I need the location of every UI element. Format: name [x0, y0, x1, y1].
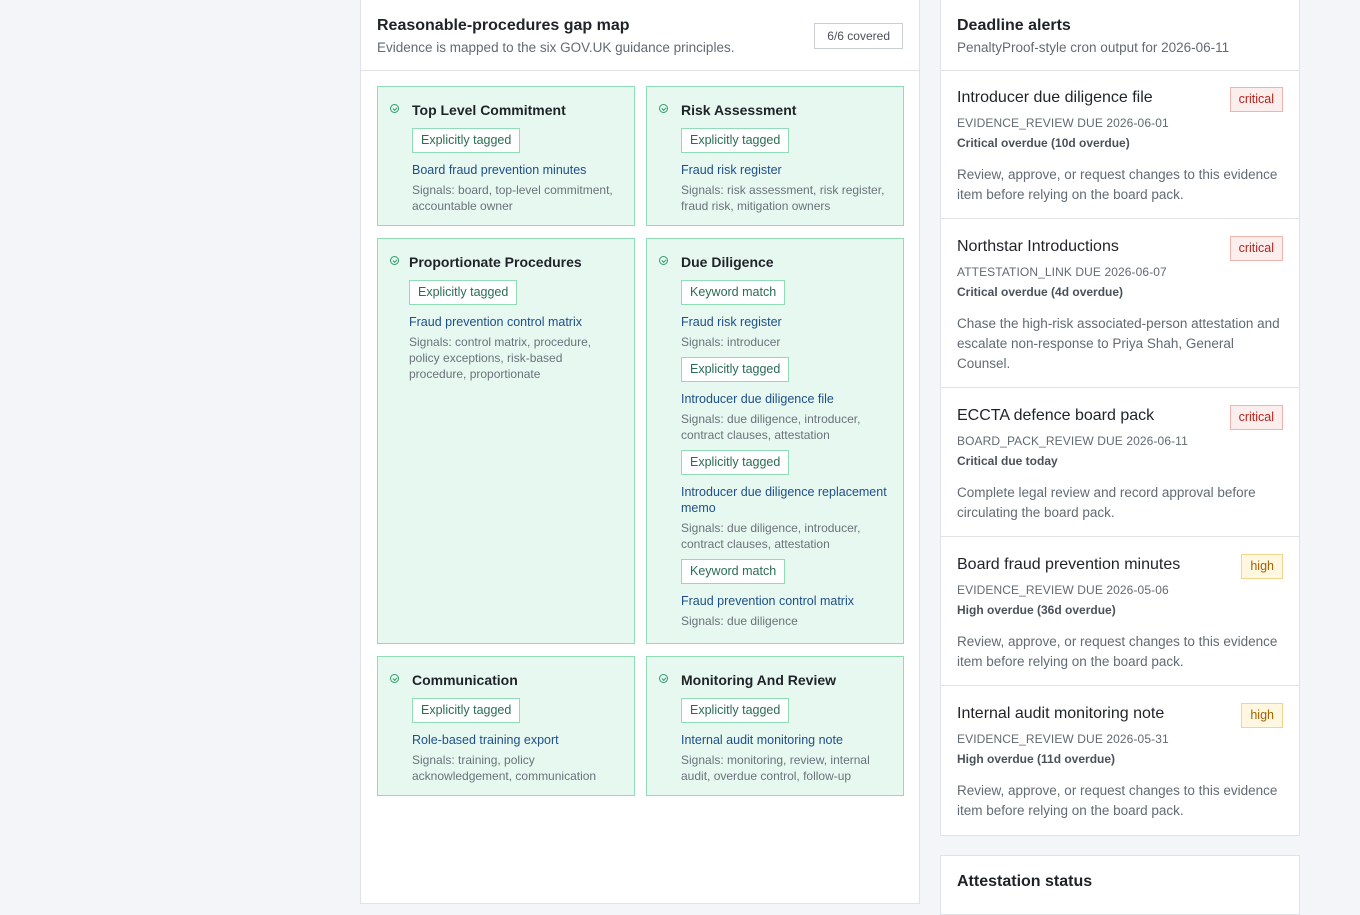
alert-item[interactable]: Internal audit monitoring note high EVID… — [941, 686, 1299, 835]
evidence-tag: Explicitly tagged — [681, 450, 790, 475]
check-circle-icon — [390, 674, 399, 683]
evidence-link[interactable]: Fraud risk register — [681, 314, 891, 330]
evidence-item: Explicitly tagged Introducer due diligen… — [681, 357, 891, 443]
alert-item[interactable]: Northstar Introductions critical ATTESTA… — [941, 219, 1299, 388]
principle-card-risk-assessment: Risk Assessment Explicitly tagged Fraud … — [646, 86, 904, 226]
alert-item[interactable]: Introducer due diligence file critical E… — [941, 70, 1299, 219]
evidence-item: Explicitly tagged Fraud prevention contr… — [409, 280, 622, 382]
evidence-signals: Signals: board, top-level commitment, ac… — [412, 183, 613, 213]
evidence-item: Keyword match Fraud risk register Signal… — [681, 280, 891, 350]
evidence-tag: Explicitly tagged — [681, 698, 790, 723]
alerts-title: Deadline alerts — [957, 17, 1071, 34]
alert-title: Internal audit monitoring note — [957, 705, 1165, 722]
alert-status: High overdue (36d overdue) — [957, 603, 1116, 617]
severity-badge: high — [1241, 703, 1283, 728]
deadline-alerts-panel: Deadline alerts PenaltyProof-style cron … — [940, 0, 1300, 836]
alerts-header: Deadline alerts PenaltyProof-style cron … — [941, 0, 1299, 71]
evidence-item: Explicitly tagged Internal audit monitor… — [681, 698, 891, 784]
evidence-item: Explicitly tagged Introducer due diligen… — [681, 450, 891, 552]
principle-title: Top Level Commitment — [412, 102, 566, 118]
alert-description: Review, approve, or request changes to t… — [957, 167, 1278, 202]
alert-description: Review, approve, or request changes to t… — [957, 634, 1278, 669]
severity-badge: critical — [1229, 87, 1283, 112]
evidence-tag: Explicitly tagged — [412, 128, 521, 153]
evidence-link[interactable]: Role-based training export — [412, 732, 622, 748]
evidence-link[interactable]: Introducer due diligence replacement mem… — [681, 484, 891, 516]
evidence-tag: Explicitly tagged — [681, 357, 790, 382]
evidence-tag: Explicitly tagged — [409, 280, 518, 305]
evidence-link[interactable]: Internal audit monitoring note — [681, 732, 891, 748]
attestation-header: Attestation status — [941, 856, 1299, 908]
evidence-link[interactable]: Fraud prevention control matrix — [409, 314, 622, 330]
evidence-signals: Signals: monitoring, review, internal au… — [681, 753, 870, 783]
alert-code: BOARD_PACK_REVIEW DUE 2026-06-11 — [957, 434, 1188, 448]
principle-title: Risk Assessment — [681, 102, 797, 118]
evidence-link[interactable]: Board fraud prevention minutes — [412, 162, 622, 178]
evidence-tag: Explicitly tagged — [681, 128, 790, 153]
check-circle-icon — [390, 256, 399, 265]
evidence-item: Explicitly tagged Role-based training ex… — [412, 698, 622, 784]
check-circle-icon — [659, 104, 668, 113]
evidence-tag: Keyword match — [681, 559, 786, 584]
evidence-signals: Signals: due diligence, introducer, cont… — [681, 521, 861, 551]
check-circle-icon — [659, 256, 668, 265]
evidence-item: Explicitly tagged Fraud risk register Si… — [681, 128, 891, 214]
principle-card-monitoring-and-review: Monitoring And Review Explicitly tagged … — [646, 656, 904, 796]
principle-card-proportionate-procedures: Proportionate Procedures Explicitly tagg… — [377, 238, 635, 644]
principle-title: Proportionate Procedures — [409, 254, 582, 270]
alert-description: Chase the high-risk associated-person at… — [957, 316, 1280, 371]
alert-status: Critical due today — [957, 454, 1058, 468]
principle-card-top-level-commitment: Top Level Commitment Explicitly tagged B… — [377, 86, 635, 226]
evidence-signals: Signals: due diligence — [681, 614, 798, 628]
alert-code: EVIDENCE_REVIEW DUE 2026-05-06 — [957, 583, 1169, 597]
evidence-signals: Signals: due diligence, introducer, cont… — [681, 412, 861, 442]
alert-item[interactable]: Board fraud prevention minutes high EVID… — [941, 537, 1299, 686]
evidence-signals: Signals: introducer — [681, 335, 781, 349]
severity-badge: high — [1241, 554, 1283, 579]
alert-code: EVIDENCE_REVIEW DUE 2026-05-31 — [957, 732, 1169, 746]
evidence-signals: Signals: risk assessment, risk register,… — [681, 183, 885, 213]
principle-title: Communication — [412, 672, 518, 688]
principle-title: Monitoring And Review — [681, 672, 837, 688]
principle-card-due-diligence: Due Diligence Keyword match Fraud risk r… — [646, 238, 904, 644]
evidence-tag: Explicitly tagged — [412, 698, 521, 723]
evidence-signals: Signals: control matrix, procedure, poli… — [409, 335, 592, 381]
alert-status: High overdue (11d overdue) — [957, 752, 1116, 766]
alert-description: Complete legal review and record approva… — [957, 485, 1256, 520]
alert-title: Board fraud prevention minutes — [957, 556, 1181, 573]
check-circle-icon — [659, 674, 668, 683]
evidence-link[interactable]: Fraud risk register — [681, 162, 891, 178]
alert-status: Critical overdue (4d overdue) — [957, 285, 1124, 299]
attestation-title: Attestation status — [957, 873, 1093, 890]
severity-badge: critical — [1229, 405, 1283, 430]
alert-code: EVIDENCE_REVIEW DUE 2026-06-01 — [957, 116, 1169, 130]
alert-status: Critical overdue (10d overdue) — [957, 136, 1130, 150]
principle-title: Due Diligence — [681, 254, 774, 270]
check-circle-icon — [390, 104, 399, 113]
alert-code: ATTESTATION_LINK DUE 2026-06-07 — [957, 265, 1167, 279]
evidence-signals: Signals: training, policy acknowledgemen… — [412, 753, 597, 783]
gap-map-header: Reasonable-procedures gap map Evidence i… — [361, 0, 919, 71]
evidence-tag: Keyword match — [681, 280, 786, 305]
evidence-link[interactable]: Fraud prevention control matrix — [681, 593, 891, 609]
coverage-badge: 6/6 covered — [814, 23, 903, 49]
alert-item[interactable]: ECCTA defence board pack critical BOARD_… — [941, 388, 1299, 537]
evidence-item: Keyword match Fraud prevention control m… — [681, 559, 891, 629]
gap-map-panel: Reasonable-procedures gap map Evidence i… — [360, 0, 920, 904]
evidence-item: Explicitly tagged Board fraud prevention… — [412, 128, 622, 214]
evidence-link[interactable]: Introducer due diligence file — [681, 391, 891, 407]
principle-card-communication: Communication Explicitly tagged Role-bas… — [377, 656, 635, 796]
attestation-status-panel: Attestation status — [940, 855, 1300, 915]
alert-description: Review, approve, or request changes to t… — [957, 783, 1278, 818]
alerts-subtitle: PenaltyProof-style cron output for 2026-… — [957, 40, 1230, 55]
severity-badge: critical — [1229, 236, 1283, 261]
